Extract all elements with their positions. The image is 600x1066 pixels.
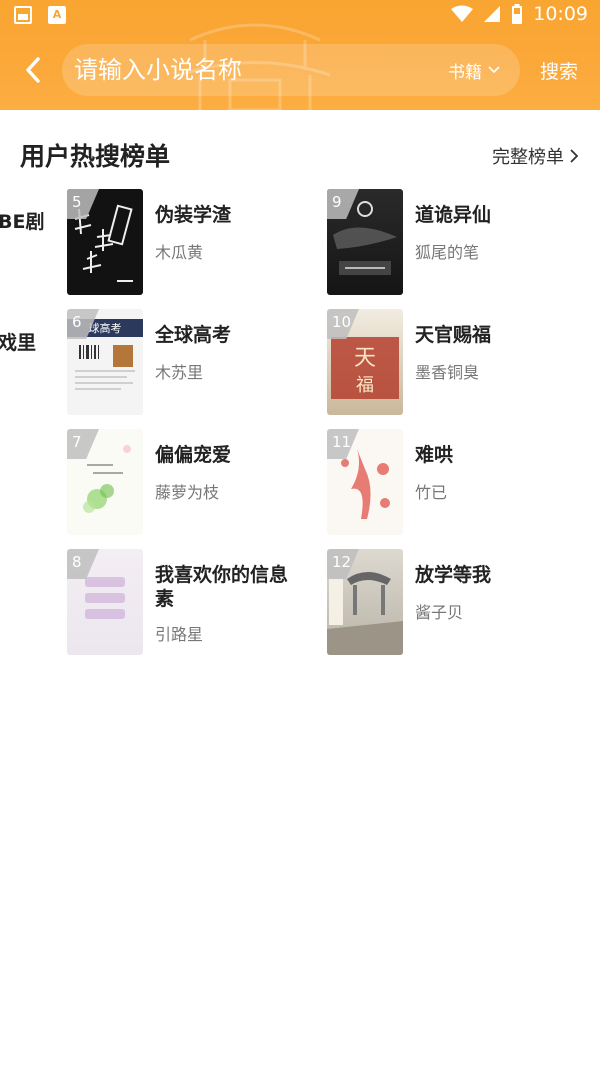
search-button[interactable]: 搜索 bbox=[540, 57, 578, 84]
book-item[interactable]: 11 难哄 竹已 bbox=[327, 429, 577, 537]
book-author: 木瓜黄 bbox=[155, 243, 204, 262]
signal-icon bbox=[484, 6, 501, 22]
status-bar: A 10:09 bbox=[0, 0, 600, 32]
wifi-icon bbox=[451, 5, 474, 22]
book-title: 道诡异仙 bbox=[415, 204, 492, 226]
book-item[interactable]: 9 道诡异仙 狐尾的笔 bbox=[327, 189, 577, 297]
book-title: 我喜欢你的信息素 bbox=[155, 564, 289, 610]
chevron-left-icon bbox=[26, 57, 40, 83]
book-item[interactable]: 天 福 10 天官赐福 墨香铜臭 bbox=[327, 309, 577, 417]
book-title: 放学等我 bbox=[415, 564, 492, 586]
status-time: 10:09 bbox=[533, 3, 588, 25]
svg-text:福: 福 bbox=[356, 375, 374, 396]
list-item-partial[interactable]: 戏里 bbox=[0, 328, 36, 355]
book-item[interactable]: 12 放学等我 酱子贝 bbox=[327, 549, 577, 657]
book-cover[interactable]: 8 bbox=[67, 549, 143, 655]
book-author: 木苏里 bbox=[155, 363, 204, 382]
list-item-partial[interactable]: BE剧 bbox=[0, 207, 44, 234]
svg-text:球高考: 球高考 bbox=[89, 321, 122, 335]
svg-text:天: 天 bbox=[354, 346, 376, 371]
book-cover[interactable]: 9 bbox=[327, 189, 403, 295]
book-author: 墨香铜臭 bbox=[415, 363, 480, 382]
book-author: 竹已 bbox=[415, 483, 448, 502]
book-author: 藤萝为枝 bbox=[155, 483, 220, 502]
app-header: A 10:09 书籍 搜 bbox=[0, 0, 600, 110]
book-item[interactable]: 8 我喜欢你的信息素 引路星 bbox=[67, 549, 317, 657]
book-item[interactable]: 5 伪装学渣 木瓜黄 bbox=[67, 189, 317, 297]
book-title: 难哄 bbox=[415, 444, 454, 466]
category-label: 书籍 bbox=[448, 62, 482, 83]
search-box: 书籍 bbox=[62, 44, 520, 96]
hot-list-title: 用户热搜榜单 bbox=[20, 142, 171, 171]
book-cover[interactable]: 5 bbox=[67, 189, 143, 295]
search-input[interactable] bbox=[74, 52, 374, 88]
book-author: 酱子贝 bbox=[415, 603, 464, 622]
image-notification-icon bbox=[14, 6, 32, 24]
book-title: 全球高考 bbox=[155, 324, 232, 346]
category-dropdown[interactable]: 书籍 bbox=[448, 58, 500, 83]
book-cover[interactable]: 11 bbox=[327, 429, 403, 535]
full-list-label: 完整榜单 bbox=[492, 147, 564, 168]
book-item[interactable]: 7 偏偏宠爱 藤萝为枝 bbox=[67, 429, 317, 537]
book-item[interactable]: 球高考 6 全球高考 木苏里 bbox=[67, 309, 317, 417]
book-cover[interactable]: 天 福 10 bbox=[327, 309, 403, 415]
back-button[interactable] bbox=[18, 52, 48, 88]
book-cover[interactable]: 12 bbox=[327, 549, 403, 655]
full-list-link[interactable]: 完整榜单 bbox=[492, 143, 578, 169]
book-title: 天官赐福 bbox=[415, 324, 492, 346]
chevron-right-icon bbox=[570, 149, 578, 163]
book-author: 引路星 bbox=[155, 625, 204, 644]
battery-icon bbox=[512, 4, 523, 24]
book-cover[interactable]: 7 bbox=[67, 429, 143, 535]
chevron-down-icon bbox=[488, 66, 500, 74]
app-notification-icon: A bbox=[48, 6, 66, 24]
book-title: 伪装学渣 bbox=[155, 204, 232, 226]
book-author: 狐尾的笔 bbox=[415, 243, 480, 262]
book-title: 偏偏宠爱 bbox=[155, 444, 232, 466]
book-cover[interactable]: 球高考 6 bbox=[67, 309, 143, 415]
